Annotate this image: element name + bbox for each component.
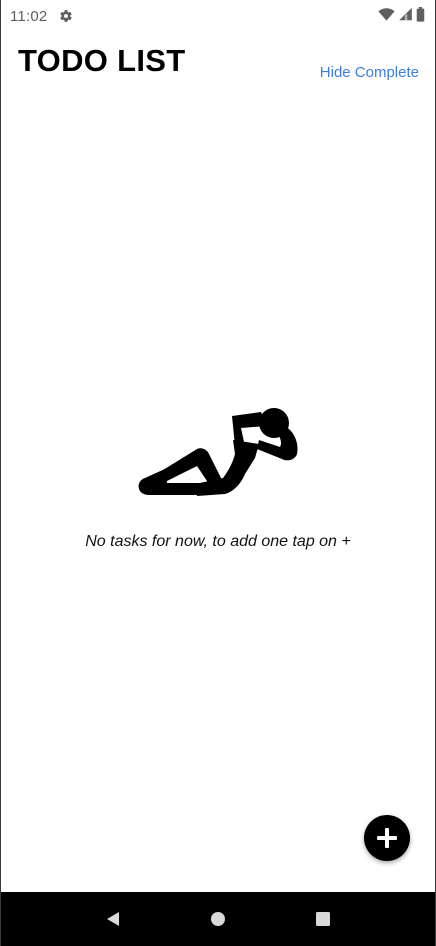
back-icon [105, 911, 121, 927]
battery-icon [416, 6, 425, 26]
status-bar: 11:02 [1, 0, 435, 32]
page-title: TODO LIST [18, 43, 186, 78]
wifi-icon [378, 7, 395, 25]
signal-icon [398, 7, 413, 25]
status-icons [378, 6, 425, 26]
add-task-button[interactable] [364, 815, 410, 861]
home-button[interactable] [198, 899, 238, 939]
hide-complete-button[interactable]: Hide Complete [320, 64, 419, 81]
app-screen: 11:02 TODO LIST Hide Complete No tasks f… [0, 0, 436, 946]
home-icon [210, 911, 226, 927]
status-time: 11:02 [10, 7, 48, 25]
plus-icon [376, 827, 398, 849]
relaxing-person-icon [137, 404, 301, 500]
recents-icon [315, 911, 331, 927]
gear-icon [59, 9, 73, 23]
back-button[interactable] [93, 899, 133, 939]
recents-button[interactable] [303, 899, 343, 939]
system-nav-bar [1, 892, 435, 946]
empty-state-message: No tasks for now, to add one tap on + [85, 533, 351, 550]
